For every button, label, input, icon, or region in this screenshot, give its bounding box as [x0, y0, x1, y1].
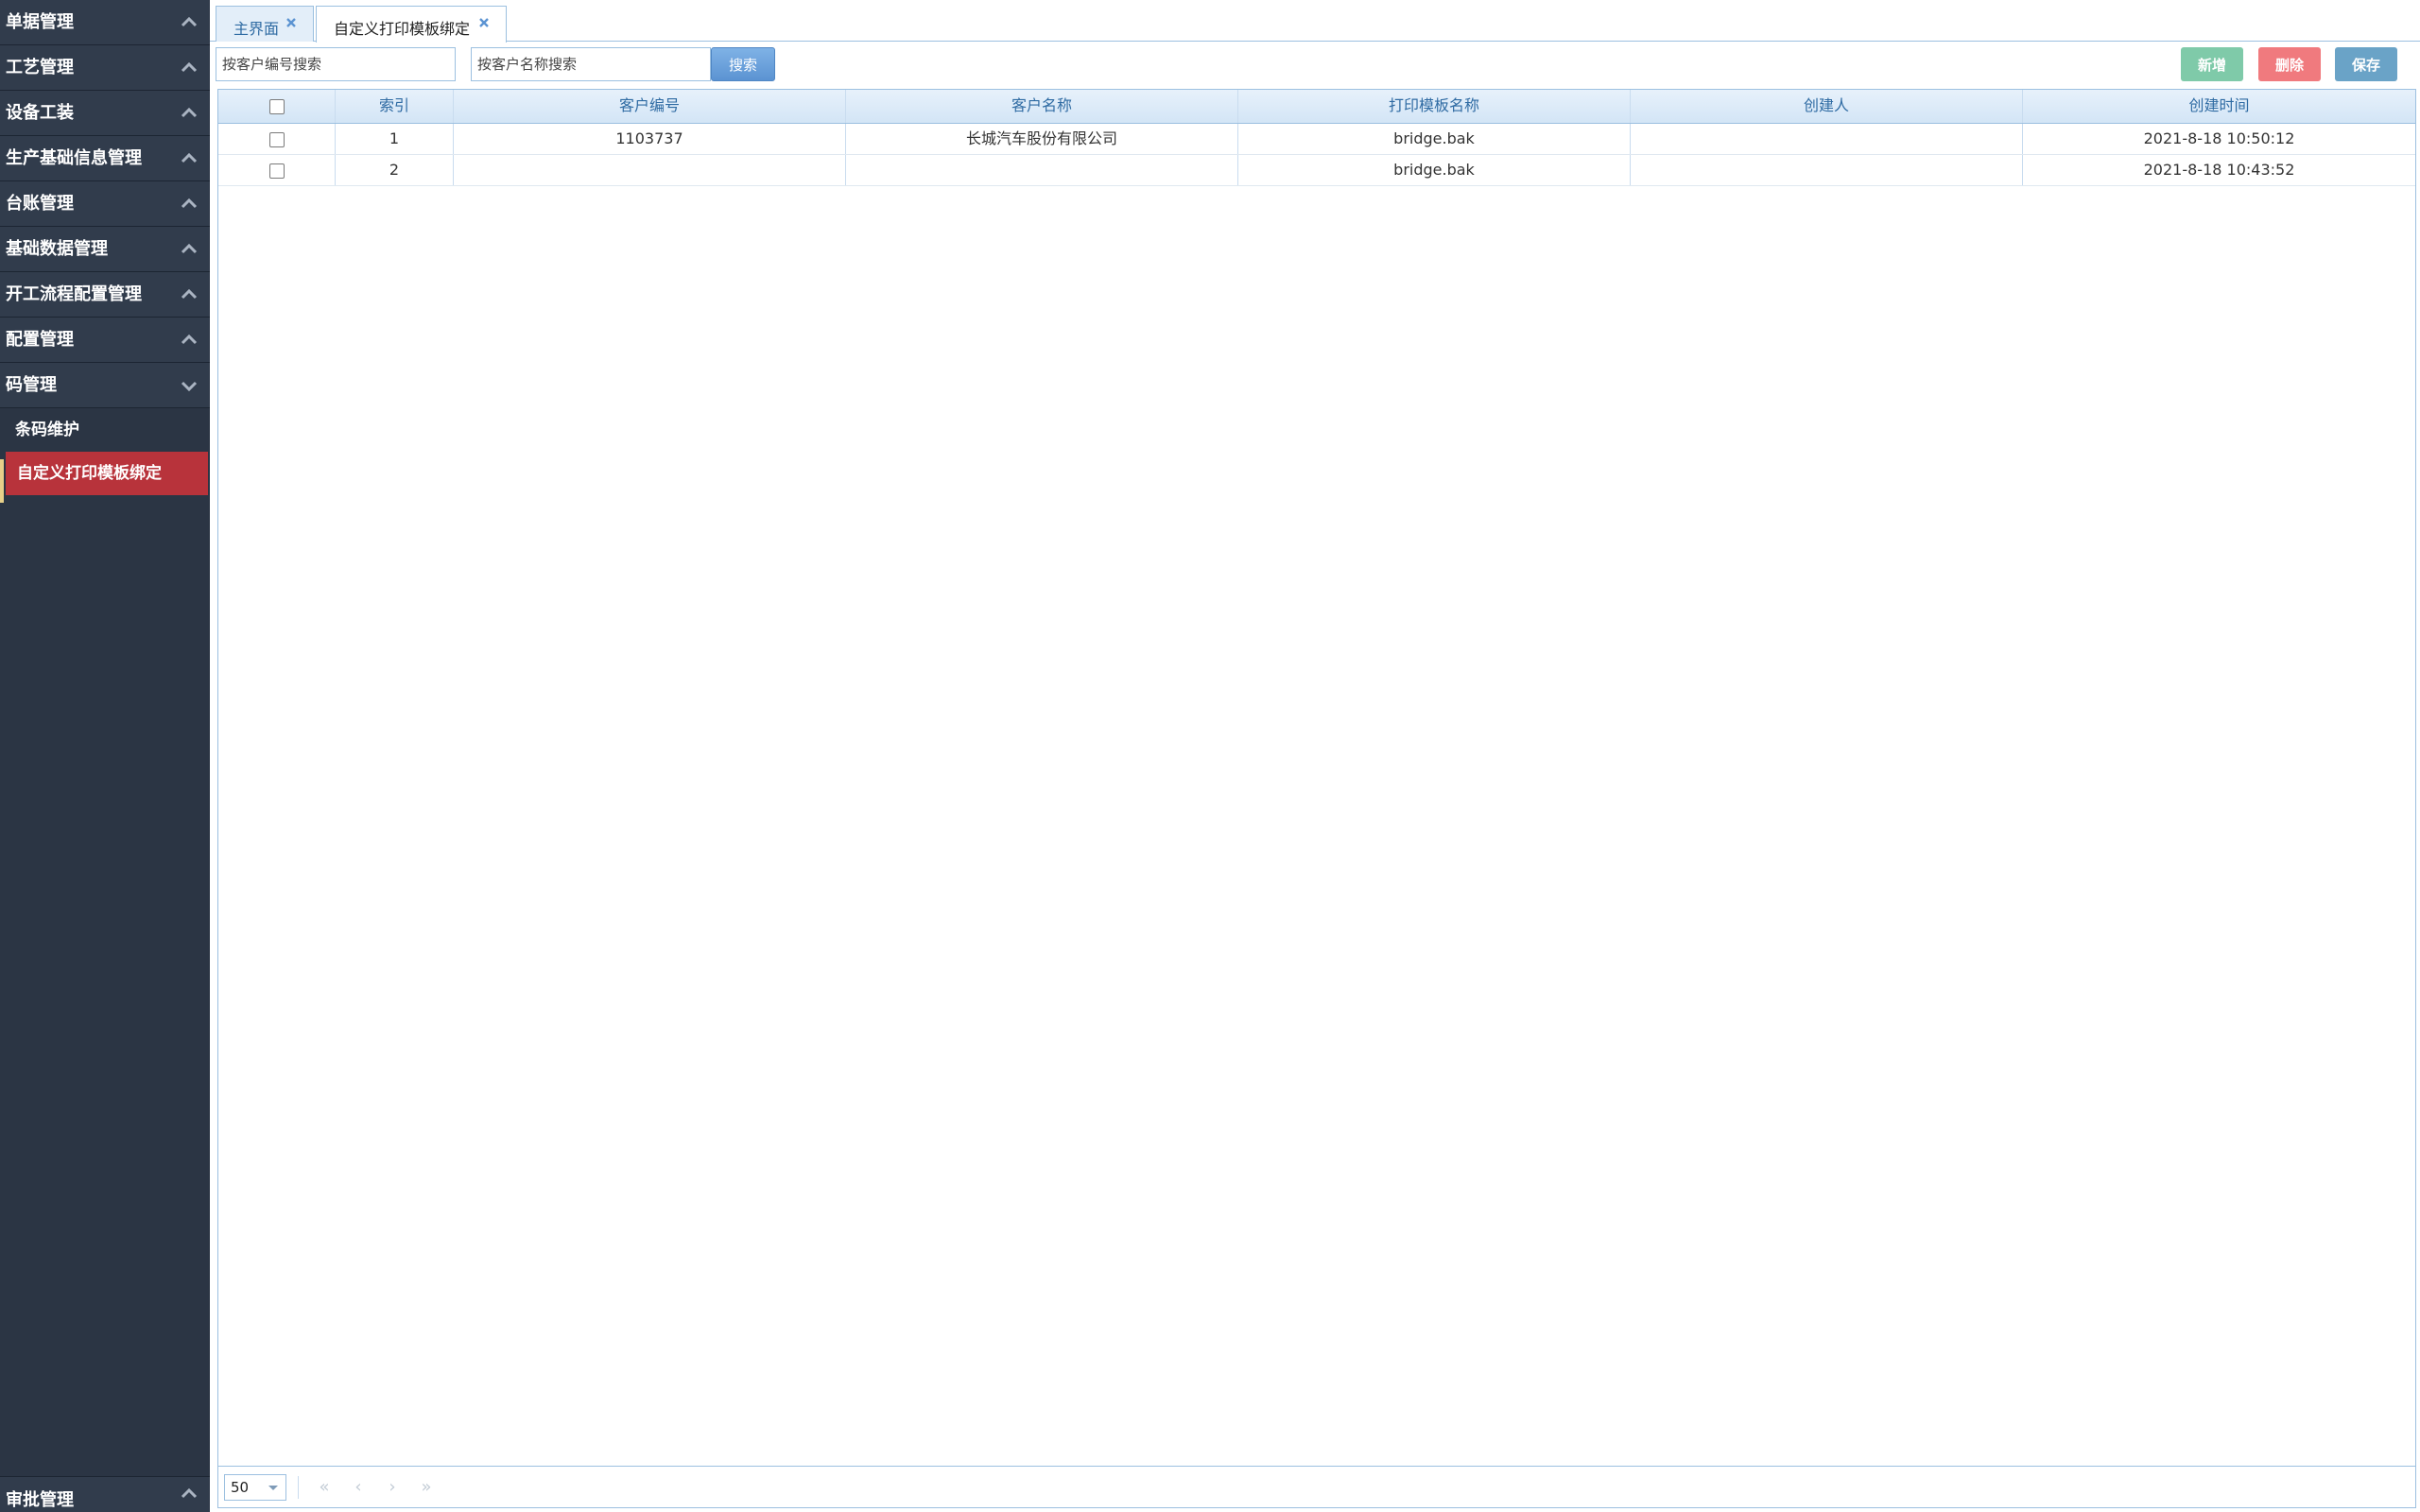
chevron-up-icon: [181, 198, 198, 209]
sidebar-group-production-info[interactable]: 生产基础信息管理: [0, 136, 210, 181]
sidebar-group-equipment[interactable]: 设备工装: [0, 91, 210, 136]
tab-label: 自定义打印模板绑定: [334, 20, 471, 38]
app-window: 单据管理 工艺管理 设备工装 生产基础信息管理 台账管理 基础数据管理 开工流程…: [0, 0, 2420, 1512]
sidebar-group-ledger[interactable]: 台账管理: [0, 181, 210, 227]
sidebar-item-label: 条码维护: [15, 421, 79, 439]
delete-button[interactable]: 删除: [2258, 47, 2321, 81]
cell-creator: [1631, 155, 2023, 185]
sidebar-item-print-template[interactable]: 自定义打印模板绑定: [6, 452, 208, 495]
toolbar: 搜索 新增 删除 保存: [210, 42, 2420, 89]
sidebar-group-label: 台账管理: [6, 194, 74, 214]
chevron-up-icon: [181, 61, 198, 73]
pagination-bar: 50 « ‹ › »: [218, 1466, 2415, 1507]
header-created-at[interactable]: 创建时间: [2023, 90, 2415, 123]
sidebar-item-label: 自定义打印模板绑定: [17, 464, 162, 483]
sidebar-group-label: 单据管理: [6, 12, 74, 32]
table-row[interactable]: 2 bridge.bak 2021-8-18 10:43:52: [218, 155, 2415, 186]
first-page-button[interactable]: «: [313, 1476, 336, 1499]
cell-customer-code: [454, 155, 846, 185]
cell-customer-name: [846, 155, 1238, 185]
sidebar: 单据管理 工艺管理 设备工装 生产基础信息管理 台账管理 基础数据管理 开工流程…: [0, 0, 210, 1512]
sidebar-group-label: 配置管理: [6, 330, 74, 350]
active-indicator: [0, 459, 4, 503]
sidebar-group-documents[interactable]: 单据管理: [0, 0, 210, 45]
sidebar-group-master-data[interactable]: 基础数据管理: [0, 227, 210, 272]
tab-bar: 主界面 自定义打印模板绑定: [210, 0, 2420, 43]
sidebar-group-startup-flow[interactable]: 开工流程配置管理: [0, 272, 210, 318]
sidebar-group-approval[interactable]: 审批管理: [0, 1476, 210, 1512]
cell-customer-code: 1103737: [454, 124, 846, 154]
grid-header: 索引 客户编号 客户名称 打印模板名称 创建人 创建时间: [218, 90, 2415, 124]
header-index[interactable]: 索引: [336, 90, 454, 123]
sidebar-group-label: 设备工装: [6, 103, 74, 123]
sidebar-group-label: 码管理: [6, 375, 57, 395]
sidebar-group-process[interactable]: 工艺管理: [0, 45, 210, 91]
header-customer-code[interactable]: 客户编号: [454, 90, 846, 123]
sidebar-group-label: 生产基础信息管理: [6, 148, 142, 168]
sidebar-group-code[interactable]: 码管理: [0, 363, 210, 408]
customer-code-search-input[interactable]: [216, 47, 456, 81]
header-template-name[interactable]: 打印模板名称: [1238, 90, 1631, 123]
cell-created-at: 2021-8-18 10:50:12: [2143, 129, 2295, 147]
sidebar-group-label: 工艺管理: [6, 58, 74, 77]
prev-page-button[interactable]: ‹: [347, 1476, 370, 1499]
row-select[interactable]: [218, 124, 336, 154]
cell-creator: [1631, 124, 2023, 154]
tab-label: 主界面: [233, 20, 280, 38]
sidebar-group-label: 开工流程配置管理: [6, 284, 142, 304]
close-icon[interactable]: [285, 16, 298, 29]
save-button[interactable]: 保存: [2335, 47, 2397, 81]
chevron-down-icon: [181, 381, 198, 392]
cell-index: 2: [336, 155, 454, 185]
chevron-up-icon: [181, 152, 198, 163]
chevron-up-icon: [181, 16, 198, 27]
row-checkbox[interactable]: [268, 163, 285, 179]
caret-down-icon: [268, 1486, 278, 1490]
select-all-checkbox[interactable]: [268, 98, 285, 114]
data-grid: 索引 客户编号 客户名称 打印模板名称 创建人 创建时间 1 1103737 长…: [217, 89, 2416, 1508]
next-page-button[interactable]: ›: [381, 1476, 404, 1499]
tab-home[interactable]: 主界面: [216, 6, 314, 42]
chevron-up-icon: [181, 1487, 198, 1499]
tab-print-template[interactable]: 自定义打印模板绑定: [316, 6, 507, 43]
chevron-up-icon: [181, 334, 198, 345]
row-checkbox[interactable]: [268, 131, 285, 147]
sidebar-group-config[interactable]: 配置管理: [0, 318, 210, 363]
page-size-value: 50: [231, 1479, 250, 1496]
row-select[interactable]: [218, 155, 336, 185]
header-creator[interactable]: 创建人: [1631, 90, 2023, 123]
customer-name-search-input[interactable]: [471, 47, 711, 81]
search-button[interactable]: 搜索: [711, 47, 775, 81]
last-page-button[interactable]: »: [415, 1476, 438, 1499]
chevron-up-icon: [181, 243, 198, 254]
sidebar-group-label: 审批管理: [6, 1490, 74, 1510]
cell-template-name: bridge.bak: [1238, 124, 1631, 154]
close-icon[interactable]: [477, 16, 491, 29]
header-customer-name[interactable]: 客户名称: [846, 90, 1238, 123]
sidebar-group-label: 基础数据管理: [6, 239, 108, 259]
page-size-select[interactable]: 50: [224, 1474, 286, 1501]
header-select-all[interactable]: [218, 90, 336, 123]
cell-created-at: 2021-8-18 10:43:52: [2143, 161, 2295, 179]
pager-divider: [298, 1476, 299, 1499]
cell-template-name: bridge.bak: [1238, 155, 1631, 185]
cell-index: 1: [336, 124, 454, 154]
table-row[interactable]: 1 1103737 长城汽车股份有限公司 bridge.bak 2021-8-1…: [218, 124, 2415, 155]
add-button[interactable]: 新增: [2181, 47, 2243, 81]
cell-customer-name: 长城汽车股份有限公司: [846, 124, 1238, 154]
chevron-up-icon: [181, 288, 198, 300]
chevron-up-icon: [181, 107, 198, 118]
sidebar-item-barcode[interactable]: 条码维护: [0, 408, 210, 452]
